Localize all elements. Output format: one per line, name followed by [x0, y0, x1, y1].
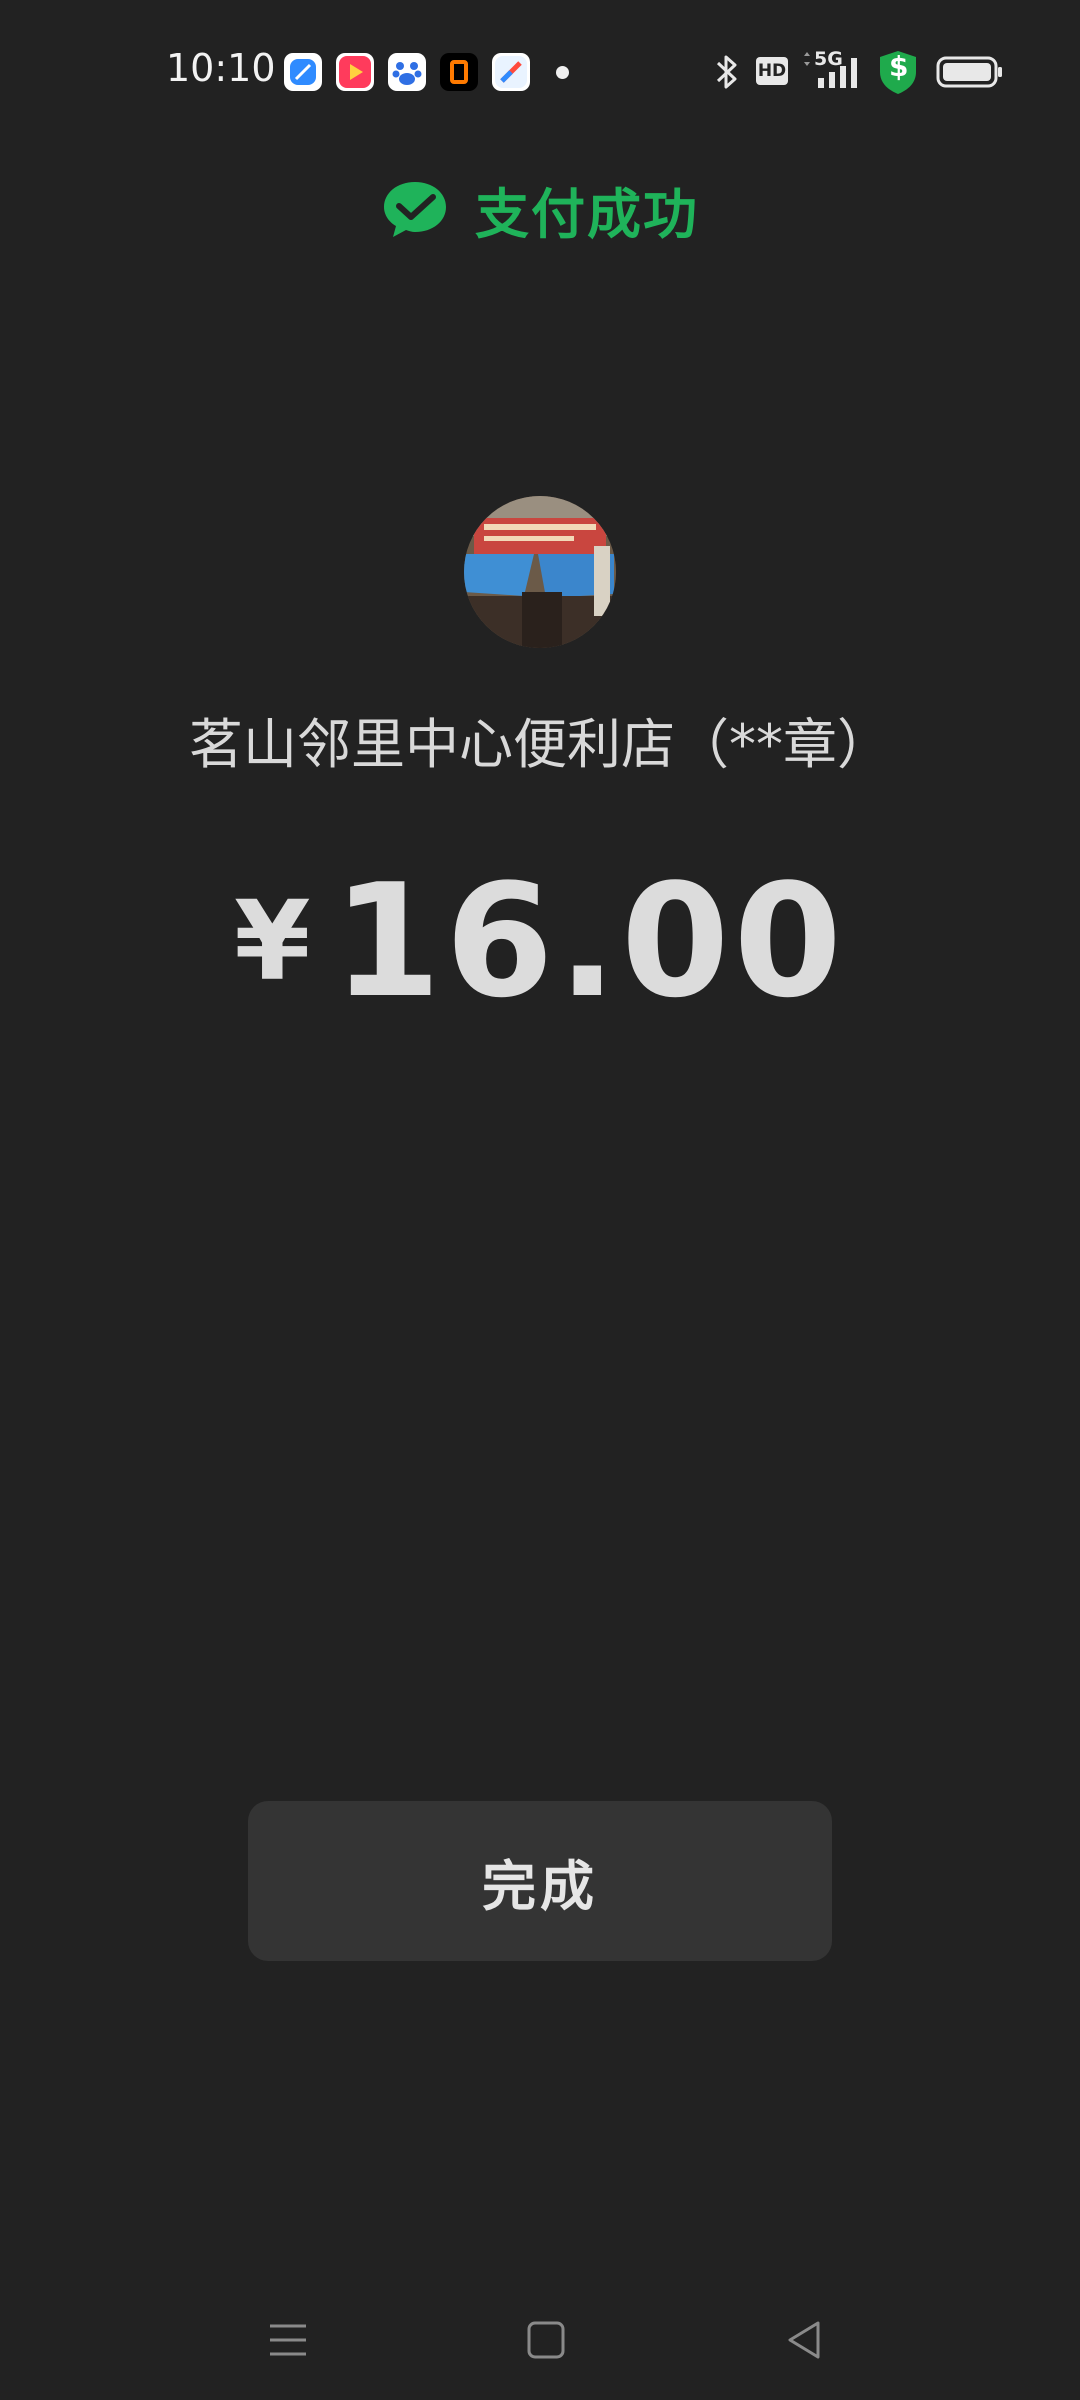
- bluetooth-icon: [716, 55, 737, 89]
- payment-success-header: 支付成功: [0, 170, 1080, 249]
- payment-success-title: 支付成功: [475, 183, 699, 246]
- merchant-avatar: [464, 496, 616, 648]
- hd-label: HD: [757, 61, 787, 81]
- menu-icon[interactable]: [258, 2310, 318, 2370]
- done-button[interactable]: 完成: [248, 1801, 832, 1961]
- wechat-pay-check-icon: [384, 181, 446, 237]
- status-bar: 10:10 HD 5G $: [0, 0, 1080, 140]
- status-time: 10:10: [166, 46, 276, 90]
- back-triangle-icon[interactable]: [774, 2310, 834, 2370]
- storefront-photo: [464, 496, 616, 648]
- payment-amount: ¥ 16.00: [0, 850, 1080, 1032]
- amount-value: 16.00: [332, 850, 846, 1032]
- baidu-map-icon: [388, 53, 426, 91]
- hd-icon: HD: [756, 57, 788, 85]
- merchant-name: 茗山邻里中心便利店（**章）: [189, 713, 891, 776]
- compass-app-icon: [492, 53, 530, 91]
- blue-app-icon: [284, 53, 322, 91]
- shield-symbol: $: [889, 50, 909, 83]
- video-app-icon: [336, 53, 374, 91]
- currency-symbol: ¥: [234, 877, 311, 1005]
- battery-icon: [936, 56, 1002, 88]
- notification-dot: [556, 66, 569, 79]
- system-navigation-bar: [0, 2280, 1080, 2390]
- orange-square-app-icon: [440, 53, 478, 91]
- network-label: 5G: [814, 48, 843, 70]
- home-square-icon[interactable]: [516, 2310, 576, 2370]
